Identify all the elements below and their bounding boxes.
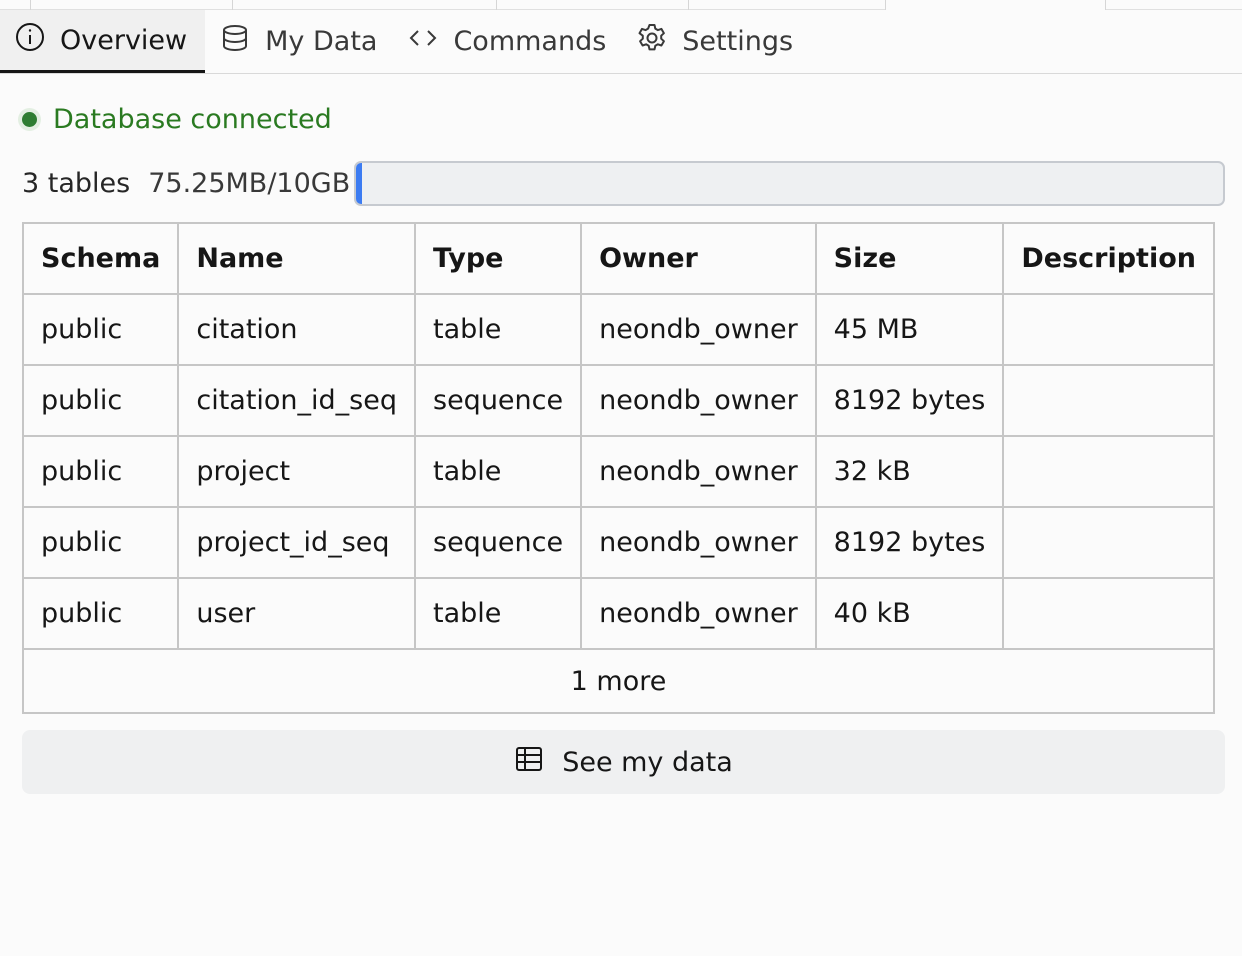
cell-description: [1002, 506, 1215, 579]
cell-name: project: [177, 435, 416, 508]
cell-size: 45 MB: [814, 293, 1005, 366]
table-row[interactable]: public citation_id_seq sequence neondb_o…: [21, 364, 1215, 437]
code-icon: [407, 22, 439, 61]
cell-owner: neondb_owner: [580, 293, 817, 366]
column-header-type[interactable]: Type: [413, 222, 583, 295]
connection-status: Database connected: [22, 104, 332, 135]
cell-owner: neondb_owner: [580, 577, 817, 650]
table-row[interactable]: public citation table neondb_owner 45 MB: [21, 293, 1215, 366]
tab-label: Settings: [682, 26, 794, 57]
table-row[interactable]: public project table neondb_owner 32 kB: [21, 435, 1215, 508]
cell-size: 8192 bytes: [814, 506, 1005, 579]
more-row[interactable]: 1 more: [22, 648, 1215, 714]
column-header-schema[interactable]: Schema: [21, 222, 180, 295]
tables-list: Schema Name Type Owner Size Description …: [21, 222, 1215, 714]
cell-size: 32 kB: [814, 435, 1005, 508]
table-count: 3 tables: [22, 167, 131, 199]
gear-icon: [636, 22, 668, 61]
cell-type: table: [413, 577, 583, 650]
storage-usage: 3 tables 75.25MB/10GB: [22, 160, 350, 206]
cell-name: citation: [177, 293, 416, 366]
tab-commands[interactable]: Commands: [393, 10, 622, 73]
more-rows-link[interactable]: 1 more: [22, 648, 1215, 714]
cell-size: 40 kB: [814, 577, 1005, 650]
tab-label: Commands: [453, 26, 607, 57]
storage-progress-bar: [354, 161, 1225, 206]
column-header-owner[interactable]: Owner: [580, 222, 817, 295]
cell-description: [1002, 364, 1215, 437]
cell-description: [1002, 577, 1215, 650]
cell-schema: public: [21, 577, 180, 650]
cell-description: [1002, 435, 1215, 508]
cell-owner: neondb_owner: [580, 506, 817, 579]
cell-type: sequence: [413, 364, 583, 437]
column-header-name[interactable]: Name: [177, 222, 416, 295]
status-dot-icon: [22, 112, 37, 127]
tab-label: Overview: [60, 24, 188, 56]
cell-type: table: [413, 435, 583, 508]
database-icon: [219, 22, 251, 61]
info-icon: [14, 21, 46, 60]
tab-settings[interactable]: Settings: [622, 10, 809, 73]
tab-overview[interactable]: Overview: [0, 10, 206, 73]
table-row[interactable]: public project_id_seq sequence neondb_ow…: [21, 506, 1215, 579]
storage-progress-fill: [356, 163, 363, 204]
cell-name: citation_id_seq: [177, 364, 416, 437]
storage-size: 75.25MB/10GB: [148, 167, 351, 199]
cell-size: 8192 bytes: [814, 364, 1005, 437]
see-my-data-label: See my data: [562, 746, 733, 778]
column-header-size[interactable]: Size: [814, 222, 1005, 295]
cell-schema: public: [21, 364, 180, 437]
status-text: Database connected: [53, 104, 332, 135]
cell-type: sequence: [413, 506, 583, 579]
cell-owner: neondb_owner: [580, 435, 817, 508]
tab-my-data[interactable]: My Data: [205, 10, 393, 73]
column-header-description[interactable]: Description: [1002, 222, 1215, 295]
tab-label: My Data: [265, 26, 378, 57]
tab-bar: Overview My Data Commands Settings: [0, 10, 1242, 74]
cell-description: [1002, 293, 1215, 366]
table-icon: [514, 744, 544, 781]
cell-name: user: [177, 577, 416, 650]
cell-schema: public: [21, 293, 180, 366]
table-header-row: Schema Name Type Owner Size Description: [21, 222, 1215, 295]
cell-type: table: [413, 293, 583, 366]
see-my-data-button[interactable]: See my data: [22, 730, 1225, 794]
top-tab-strip: [0, 0, 1242, 10]
table-row[interactable]: public user table neondb_owner 40 kB: [21, 577, 1215, 650]
cell-name: project_id_seq: [177, 506, 416, 579]
cell-owner: neondb_owner: [580, 364, 817, 437]
cell-schema: public: [21, 435, 180, 508]
cell-schema: public: [21, 506, 180, 579]
